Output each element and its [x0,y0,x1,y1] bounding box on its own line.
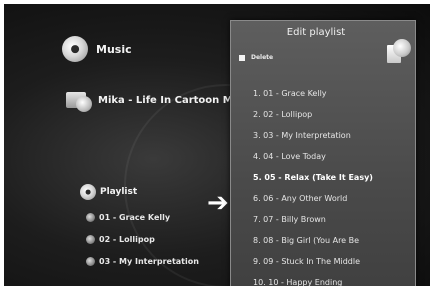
nav-item-music[interactable]: Music [62,36,132,62]
track-item[interactable]: 1. 01 - Grace Kelly [231,83,415,104]
music-label: Music [96,42,132,56]
bullet-icon [86,235,95,244]
nav-item-album[interactable]: Mika - Life In Cartoon Moti [66,92,248,112]
bullet-icon [86,213,95,222]
track-item[interactable]: 4. 04 - Love Today [231,146,415,167]
track-item[interactable]: 10. 10 - Happy Ending [231,272,415,286]
playlist-item[interactable]: 01 - Grace Kelly [86,213,170,222]
album-label: Mika - Life In Cartoon Moti [98,94,248,106]
playlist-item[interactable]: 03 - My Interpretation [86,257,199,266]
bullet-icon [86,257,95,266]
edit-playlist-panel: Edit playlist Delete 1. 01 - Grace Kelly… [230,20,416,286]
right-arrow-icon: ➔ [207,188,229,218]
album-folder-icon [66,92,92,112]
playlist-edit-icon [385,39,411,65]
delete-label: Delete [251,54,274,61]
delete-checkbox-icon [239,54,245,61]
track-item[interactable]: 9. 09 - Stuck In The Middle [231,251,415,272]
track-item[interactable]: 6. 06 - Any Other World [231,188,415,209]
playlist-icon [80,184,96,200]
track-item[interactable]: 3. 03 - My Interpretation [231,125,415,146]
music-disc-icon [62,36,88,62]
track-item[interactable]: 7. 07 - Billy Brown [231,209,415,230]
panel-title: Edit playlist [286,27,346,38]
playlist-label: Playlist [100,187,138,197]
media-player-screen: Music Mika - Life In Cartoon Moti Playli… [4,4,430,286]
track-item[interactable]: 5. 05 - Relax (Take It Easy) [231,167,415,188]
delete-button[interactable]: Delete [239,54,273,61]
playlist-item[interactable]: 02 - Lollipop [86,235,155,244]
track-item[interactable]: 8. 08 - Big Girl (You Are Be [231,230,415,251]
nav-item-playlist[interactable]: Playlist [80,184,137,200]
track-list: 1. 01 - Grace Kelly 2. 02 - Lollipop 3. … [231,83,415,286]
track-item[interactable]: 2. 02 - Lollipop [231,104,415,125]
